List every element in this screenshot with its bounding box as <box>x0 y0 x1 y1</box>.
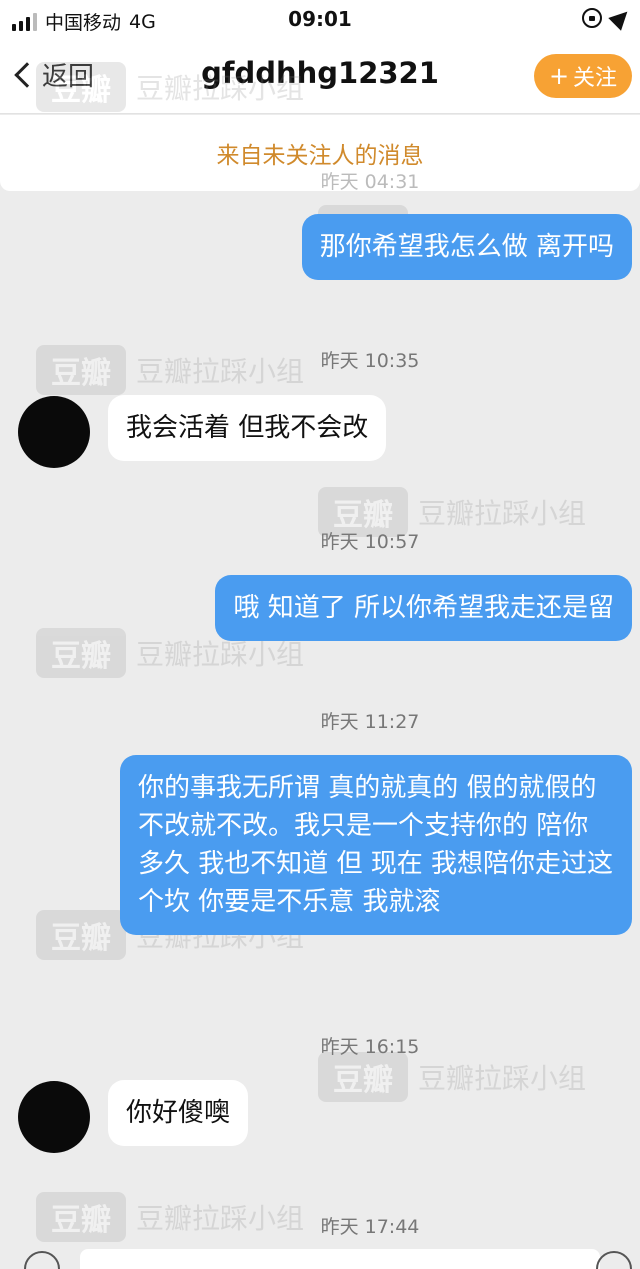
watermark: 豆瓣 豆瓣拉踩小组 <box>318 1052 586 1102</box>
emoji-icon[interactable] <box>596 1251 632 1269</box>
message-input[interactable] <box>80 1249 600 1269</box>
outgoing-message: 你的事我无所谓 真的就真的 假的就假的 不改就不改。我只是一个支持你的 陪你多久… <box>120 755 632 935</box>
notice-text: 来自未关注人的消息 <box>216 143 424 169</box>
incoming-message: 我会活着 但我不会改 <box>108 395 387 461</box>
outgoing-message: 那你希望我怎么做 离开吗 <box>301 214 632 280</box>
incoming-message: 你好傻噢 <box>108 1080 249 1146</box>
voice-icon[interactable] <box>24 1251 60 1269</box>
follow-button[interactable]: + 关注 <box>534 54 632 98</box>
location-icon <box>608 5 634 31</box>
message-timestamp: 昨天 17:44 <box>320 1216 420 1238</box>
message-timestamp: 昨天 16:15 <box>320 1036 420 1058</box>
avatar[interactable] <box>18 1081 90 1153</box>
plus-icon: + <box>548 62 570 90</box>
outgoing-message: 哦 知道了 所以你希望我走还是留 <box>215 575 632 641</box>
message-bubble[interactable]: 哦 知道了 所以你希望我走还是留 <box>215 575 632 641</box>
message-timestamp: 昨天 10:57 <box>320 531 420 553</box>
message-bubble[interactable]: 你好傻噢 <box>108 1080 249 1146</box>
status-right <box>582 5 634 31</box>
message-bubble[interactable]: 你的事我无所谓 真的就真的 假的就假的 不改就不改。我只是一个支持你的 陪你多久… <box>120 755 632 935</box>
message-timestamp: 昨天 10:35 <box>320 350 420 372</box>
message-timestamp: 昨天 04:31 <box>320 171 420 193</box>
clock: 09:01 <box>288 7 352 31</box>
rotation-lock-icon <box>582 8 602 28</box>
message-bubble[interactable]: 我会活着 但我不会改 <box>108 395 387 461</box>
watermark-logo: 豆瓣 <box>36 910 126 960</box>
avatar[interactable] <box>18 396 90 468</box>
watermark-text: 豆瓣拉踩小组 <box>418 1062 587 1095</box>
message-timestamp: 昨天 11:27 <box>320 711 420 733</box>
status-bar: 中国移动 4G 09:01 <box>0 0 640 38</box>
watermark-logo: 豆瓣 <box>36 628 126 678</box>
follow-label: 关注 <box>573 66 618 91</box>
watermark-logo: 豆瓣 <box>318 1052 408 1102</box>
watermark-text: 豆瓣拉踩小组 <box>418 497 587 530</box>
input-bar <box>0 1243 640 1269</box>
nav-bar: 返回 gfddhhg12321 + 关注 <box>0 38 640 114</box>
message-bubble[interactable]: 那你希望我怎么做 离开吗 <box>301 214 632 280</box>
